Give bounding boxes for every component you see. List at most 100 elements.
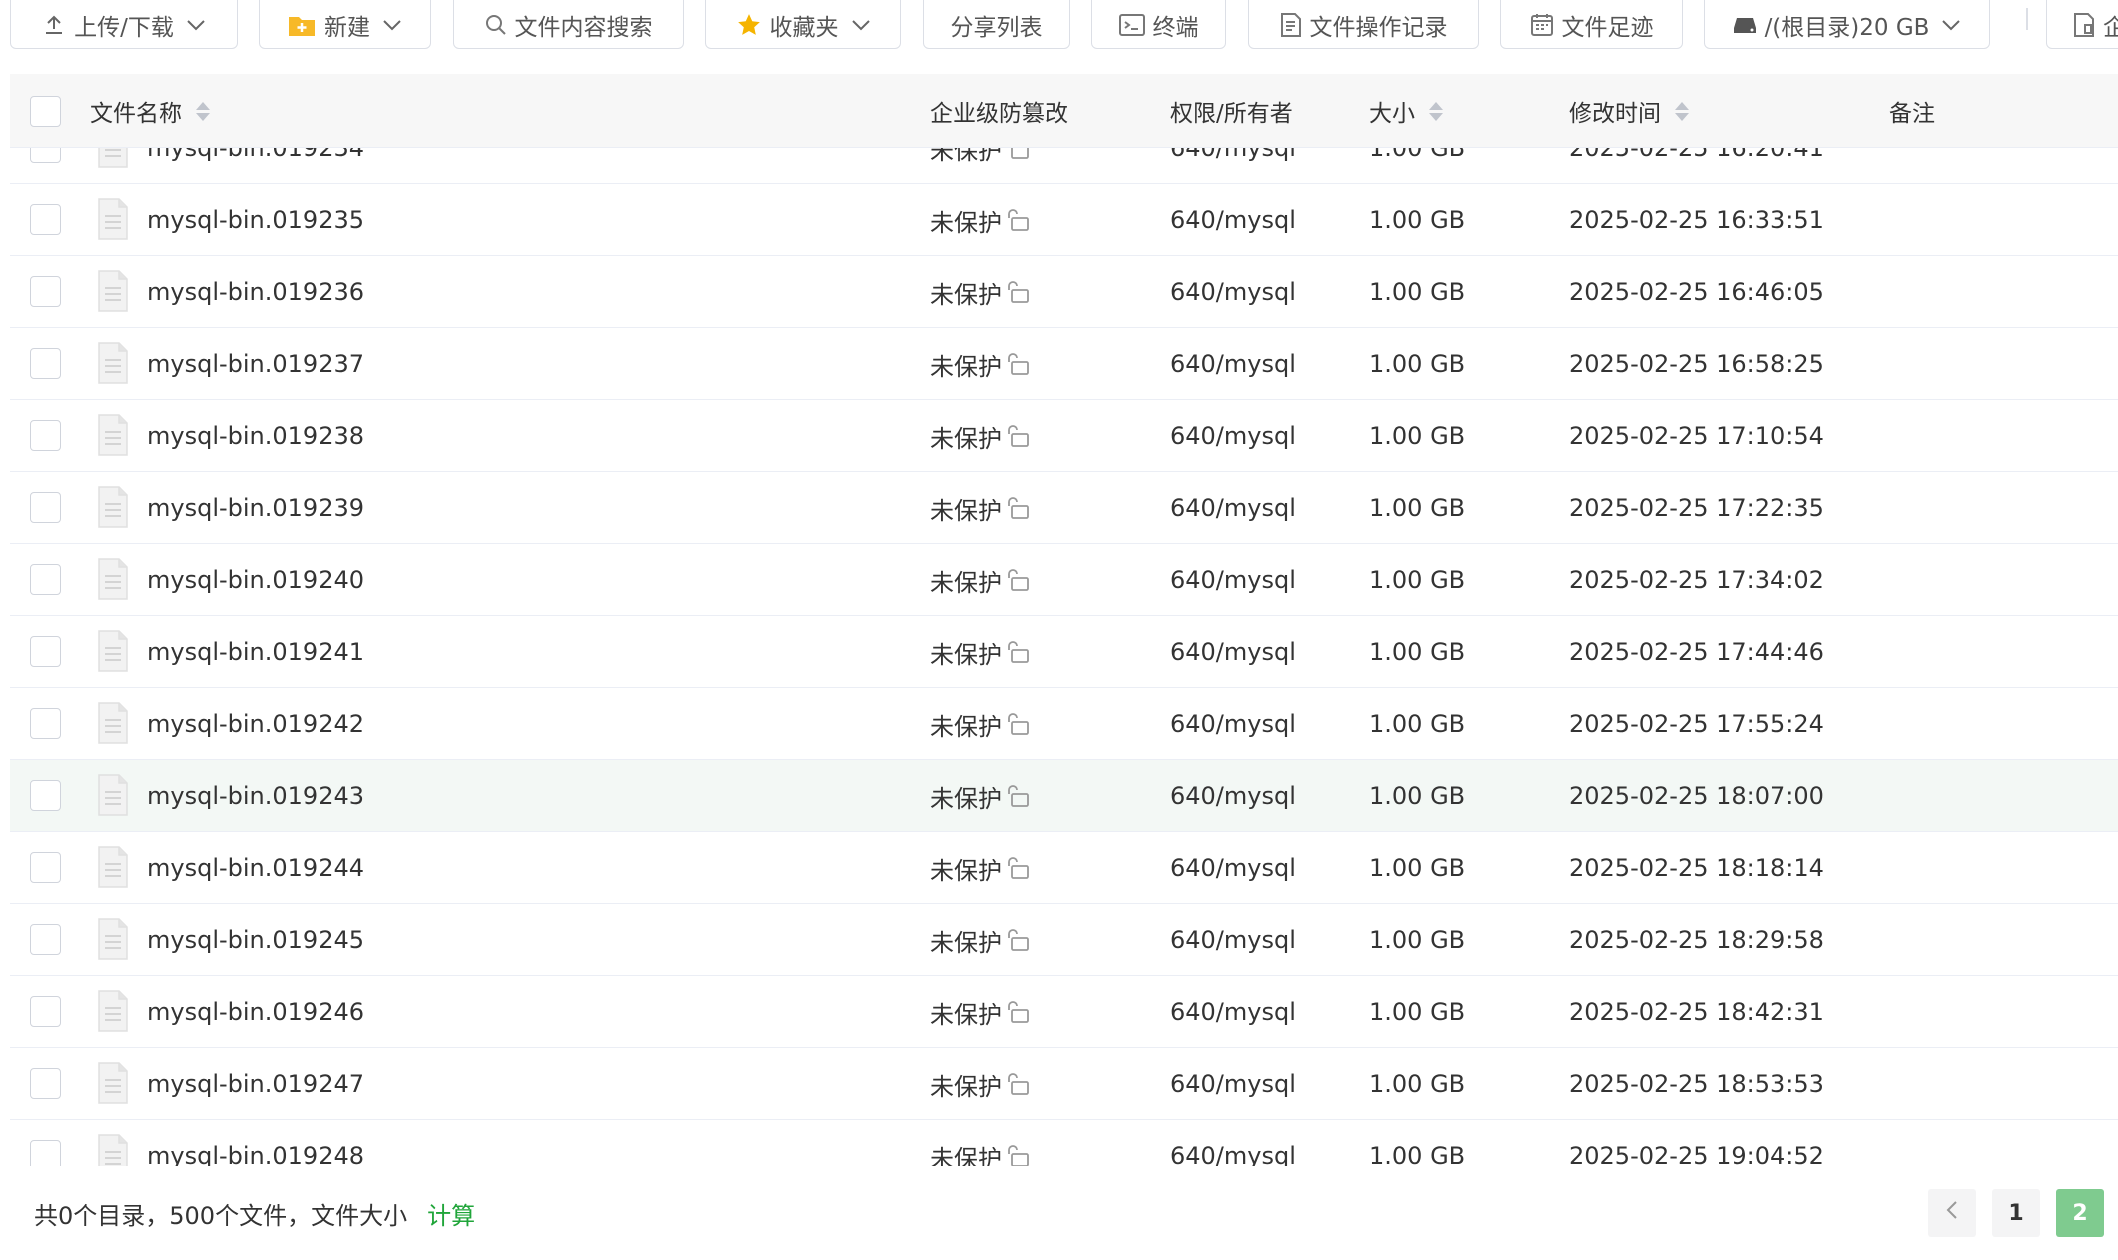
calculate-size-link[interactable]: 计算 [427, 1196, 475, 1231]
file-name[interactable]: mysql-bin.019240 [147, 544, 364, 616]
table-row[interactable]: mysql-bin.019247 未保护 640/mysql 1.00 GB 2025-… [10, 1048, 2118, 1120]
file-note[interactable] [1889, 472, 2089, 544]
file-name[interactable]: mysql-bin.019239 [147, 472, 364, 544]
row-checkbox[interactable] [30, 492, 61, 523]
file-name[interactable]: mysql-bin.019246 [147, 976, 364, 1048]
permission-owner[interactable]: 640/mysql [1170, 688, 1296, 760]
file-name[interactable]: mysql-bin.019235 [147, 184, 364, 256]
unlock-icon[interactable] [1006, 928, 1030, 952]
permission-owner[interactable]: 640/mysql [1170, 544, 1296, 616]
share-list-button[interactable]: 分享列表 [923, 0, 1070, 49]
unlock-icon[interactable] [1006, 208, 1030, 232]
unlock-icon[interactable] [1006, 424, 1030, 448]
file-note[interactable] [1889, 328, 2089, 400]
file-name[interactable]: mysql-bin.019242 [147, 688, 364, 760]
permission-owner[interactable]: 640/mysql [1170, 1120, 1296, 1166]
file-name[interactable]: mysql-bin.019244 [147, 832, 364, 904]
favorites-button[interactable]: 收藏夹 [705, 0, 901, 49]
terminal-button[interactable]: 终端 [1091, 0, 1226, 49]
file-note[interactable] [1889, 1120, 2089, 1166]
permission-owner[interactable]: 640/mysql [1170, 400, 1296, 472]
sort-icon[interactable] [1429, 101, 1443, 121]
file-note[interactable] [1889, 904, 2089, 976]
table-row[interactable]: mysql-bin.019237 未保护 640/mysql 1.00 GB 2025-… [10, 328, 2118, 400]
file-note[interactable] [1889, 400, 2089, 472]
row-checkbox[interactable] [30, 780, 61, 811]
row-checkbox[interactable] [30, 348, 61, 379]
file-note[interactable] [1889, 976, 2089, 1048]
sort-icon[interactable] [196, 101, 210, 121]
permission-owner[interactable]: 640/mysql [1170, 832, 1296, 904]
select-all-checkbox[interactable] [30, 96, 61, 127]
table-row[interactable]: mysql-bin.019239 未保护 640/mysql 1.00 GB 2025-… [10, 472, 2118, 544]
permission-owner[interactable]: 640/mysql [1170, 616, 1296, 688]
permission-owner[interactable]: 640/mysql [1170, 904, 1296, 976]
unlock-icon[interactable] [1006, 784, 1030, 808]
permission-owner[interactable]: 640/mysql [1170, 256, 1296, 328]
file-name[interactable]: mysql-bin.019236 [147, 256, 364, 328]
unlock-icon[interactable] [1006, 1072, 1030, 1096]
permission-owner[interactable]: 640/mysql [1170, 760, 1296, 832]
permission-owner[interactable]: 640/mysql [1170, 184, 1296, 256]
unlock-icon[interactable] [1006, 856, 1030, 880]
file-note[interactable] [1889, 832, 2089, 904]
file-name[interactable]: mysql-bin.019238 [147, 400, 364, 472]
pagination-page-1[interactable]: 1 [1992, 1189, 2040, 1237]
column-header-name[interactable]: 文件名称 [90, 74, 210, 148]
table-row[interactable]: mysql-bin.019241 未保护 640/mysql 1.00 GB 2025-… [10, 616, 2118, 688]
file-footprint-button[interactable]: 文件足迹 [1500, 0, 1683, 49]
disk-selector-button[interactable]: /(根目录)20 GB [1704, 0, 1990, 49]
unlock-icon[interactable] [1006, 640, 1030, 664]
sort-icon[interactable] [1675, 101, 1689, 121]
unlock-icon[interactable] [1006, 568, 1030, 592]
table-row[interactable]: mysql-bin.019236 未保护 640/mysql 1.00 GB 2025-… [10, 256, 2118, 328]
pagination-page-2[interactable]: 2 [2056, 1189, 2104, 1237]
table-row[interactable]: mysql-bin.019248 未保护 640/mysql 1.00 GB 2025-… [10, 1120, 2118, 1166]
unlock-icon[interactable] [1006, 712, 1030, 736]
row-checkbox[interactable] [30, 276, 61, 307]
upload-download-button[interactable]: 上传/下载 [10, 0, 238, 49]
file-name[interactable]: mysql-bin.019237 [147, 328, 364, 400]
file-name[interactable]: mysql-bin.019248 [147, 1120, 364, 1166]
permission-owner[interactable]: 640/mysql [1170, 328, 1296, 400]
unlock-icon[interactable] [1006, 496, 1030, 520]
table-row[interactable]: mysql-bin.019245 未保护 640/mysql 1.00 GB 2025-… [10, 904, 2118, 976]
file-note[interactable] [1889, 256, 2089, 328]
table-row[interactable]: mysql-bin.019235 未保护 640/mysql 1.00 GB 2025-… [10, 184, 2118, 256]
table-row[interactable]: mysql-bin.019240 未保护 640/mysql 1.00 GB 2025-… [10, 544, 2118, 616]
file-name[interactable]: mysql-bin.019247 [147, 1048, 364, 1120]
unlock-icon[interactable] [1006, 1000, 1030, 1024]
row-checkbox[interactable] [30, 996, 61, 1027]
file-note[interactable] [1889, 688, 2089, 760]
column-header-mtime[interactable]: 修改时间 [1569, 74, 1689, 148]
file-name[interactable]: mysql-bin.019241 [147, 616, 364, 688]
file-note[interactable] [1889, 184, 2089, 256]
row-checkbox[interactable] [30, 708, 61, 739]
file-content-search-button[interactable]: 文件内容搜索 [453, 0, 684, 49]
new-button[interactable]: 新建 [259, 0, 431, 49]
file-name[interactable]: mysql-bin.019243 [147, 760, 364, 832]
table-row[interactable]: mysql-bin.019246 未保护 640/mysql 1.00 GB 2025-… [10, 976, 2118, 1048]
row-checkbox[interactable] [30, 924, 61, 955]
unlock-icon[interactable] [1006, 352, 1030, 376]
row-checkbox[interactable] [30, 564, 61, 595]
file-operation-log-button[interactable]: 文件操作记录 [1248, 0, 1479, 49]
permission-owner[interactable]: 640/mysql [1170, 976, 1296, 1048]
file-note[interactable] [1889, 544, 2089, 616]
enterprise-button[interactable]: 企 [2046, 0, 2118, 49]
table-row[interactable]: mysql-bin.019242 未保护 640/mysql 1.00 GB 2025-… [10, 688, 2118, 760]
table-row[interactable]: mysql-bin.019244 未保护 640/mysql 1.00 GB 2025-… [10, 832, 2118, 904]
file-name[interactable]: mysql-bin.019245 [147, 904, 364, 976]
row-checkbox[interactable] [30, 636, 61, 667]
permission-owner[interactable]: 640/mysql [1170, 472, 1296, 544]
row-checkbox[interactable] [30, 420, 61, 451]
column-header-size[interactable]: 大小 [1369, 74, 1443, 148]
file-note[interactable] [1889, 616, 2089, 688]
file-note[interactable] [1889, 1048, 2089, 1120]
table-row[interactable]: mysql-bin.019243 未保护 640/mysql 1.00 GB 2025-… [10, 760, 2118, 832]
permission-owner[interactable]: 640/mysql [1170, 1048, 1296, 1120]
row-checkbox[interactable] [30, 852, 61, 883]
file-note[interactable] [1889, 760, 2089, 832]
unlock-icon[interactable] [1006, 280, 1030, 304]
row-checkbox[interactable] [30, 204, 61, 235]
